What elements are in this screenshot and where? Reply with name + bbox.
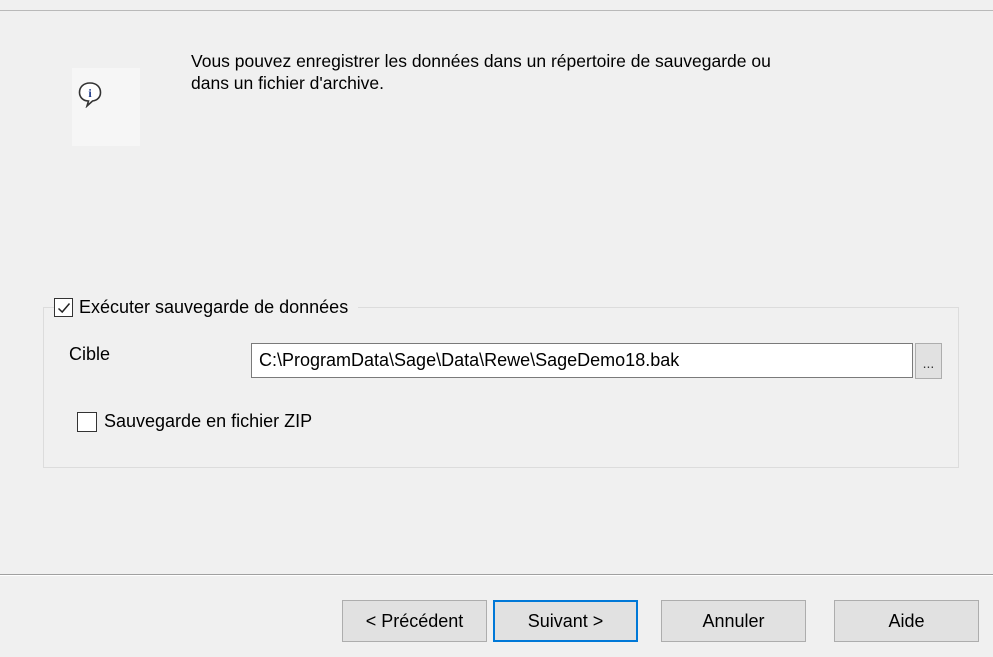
backup-checkbox[interactable] bbox=[54, 297, 73, 317]
zip-checkbox[interactable] bbox=[77, 411, 97, 432]
previous-button[interactable]: < Précédent bbox=[342, 600, 487, 642]
target-path-input[interactable] bbox=[251, 343, 913, 378]
zip-option[interactable]: Sauvegarde en fichier ZIP bbox=[77, 411, 312, 432]
info-speech-icon: i bbox=[76, 80, 104, 109]
target-label: Cible bbox=[69, 344, 111, 364]
checkmark-icon bbox=[57, 302, 71, 313]
next-button[interactable]: Suivant > bbox=[493, 600, 638, 642]
backup-groupbox bbox=[43, 307, 959, 468]
help-button[interactable]: Aide bbox=[834, 600, 979, 642]
footer-separator-highlight bbox=[0, 575, 993, 576]
info-message: Vous pouvez enregistrer les données dans… bbox=[191, 51, 771, 93]
backup-toggle[interactable]: Exécuter sauvegarde de données bbox=[54, 293, 359, 321]
zip-checkbox-label[interactable]: Sauvegarde en fichier ZIP bbox=[104, 411, 312, 432]
browse-button[interactable]: ... bbox=[915, 343, 942, 379]
cancel-button[interactable]: Annuler bbox=[661, 600, 806, 642]
backup-checkbox-label[interactable]: Exécuter sauvegarde de données bbox=[79, 297, 348, 318]
